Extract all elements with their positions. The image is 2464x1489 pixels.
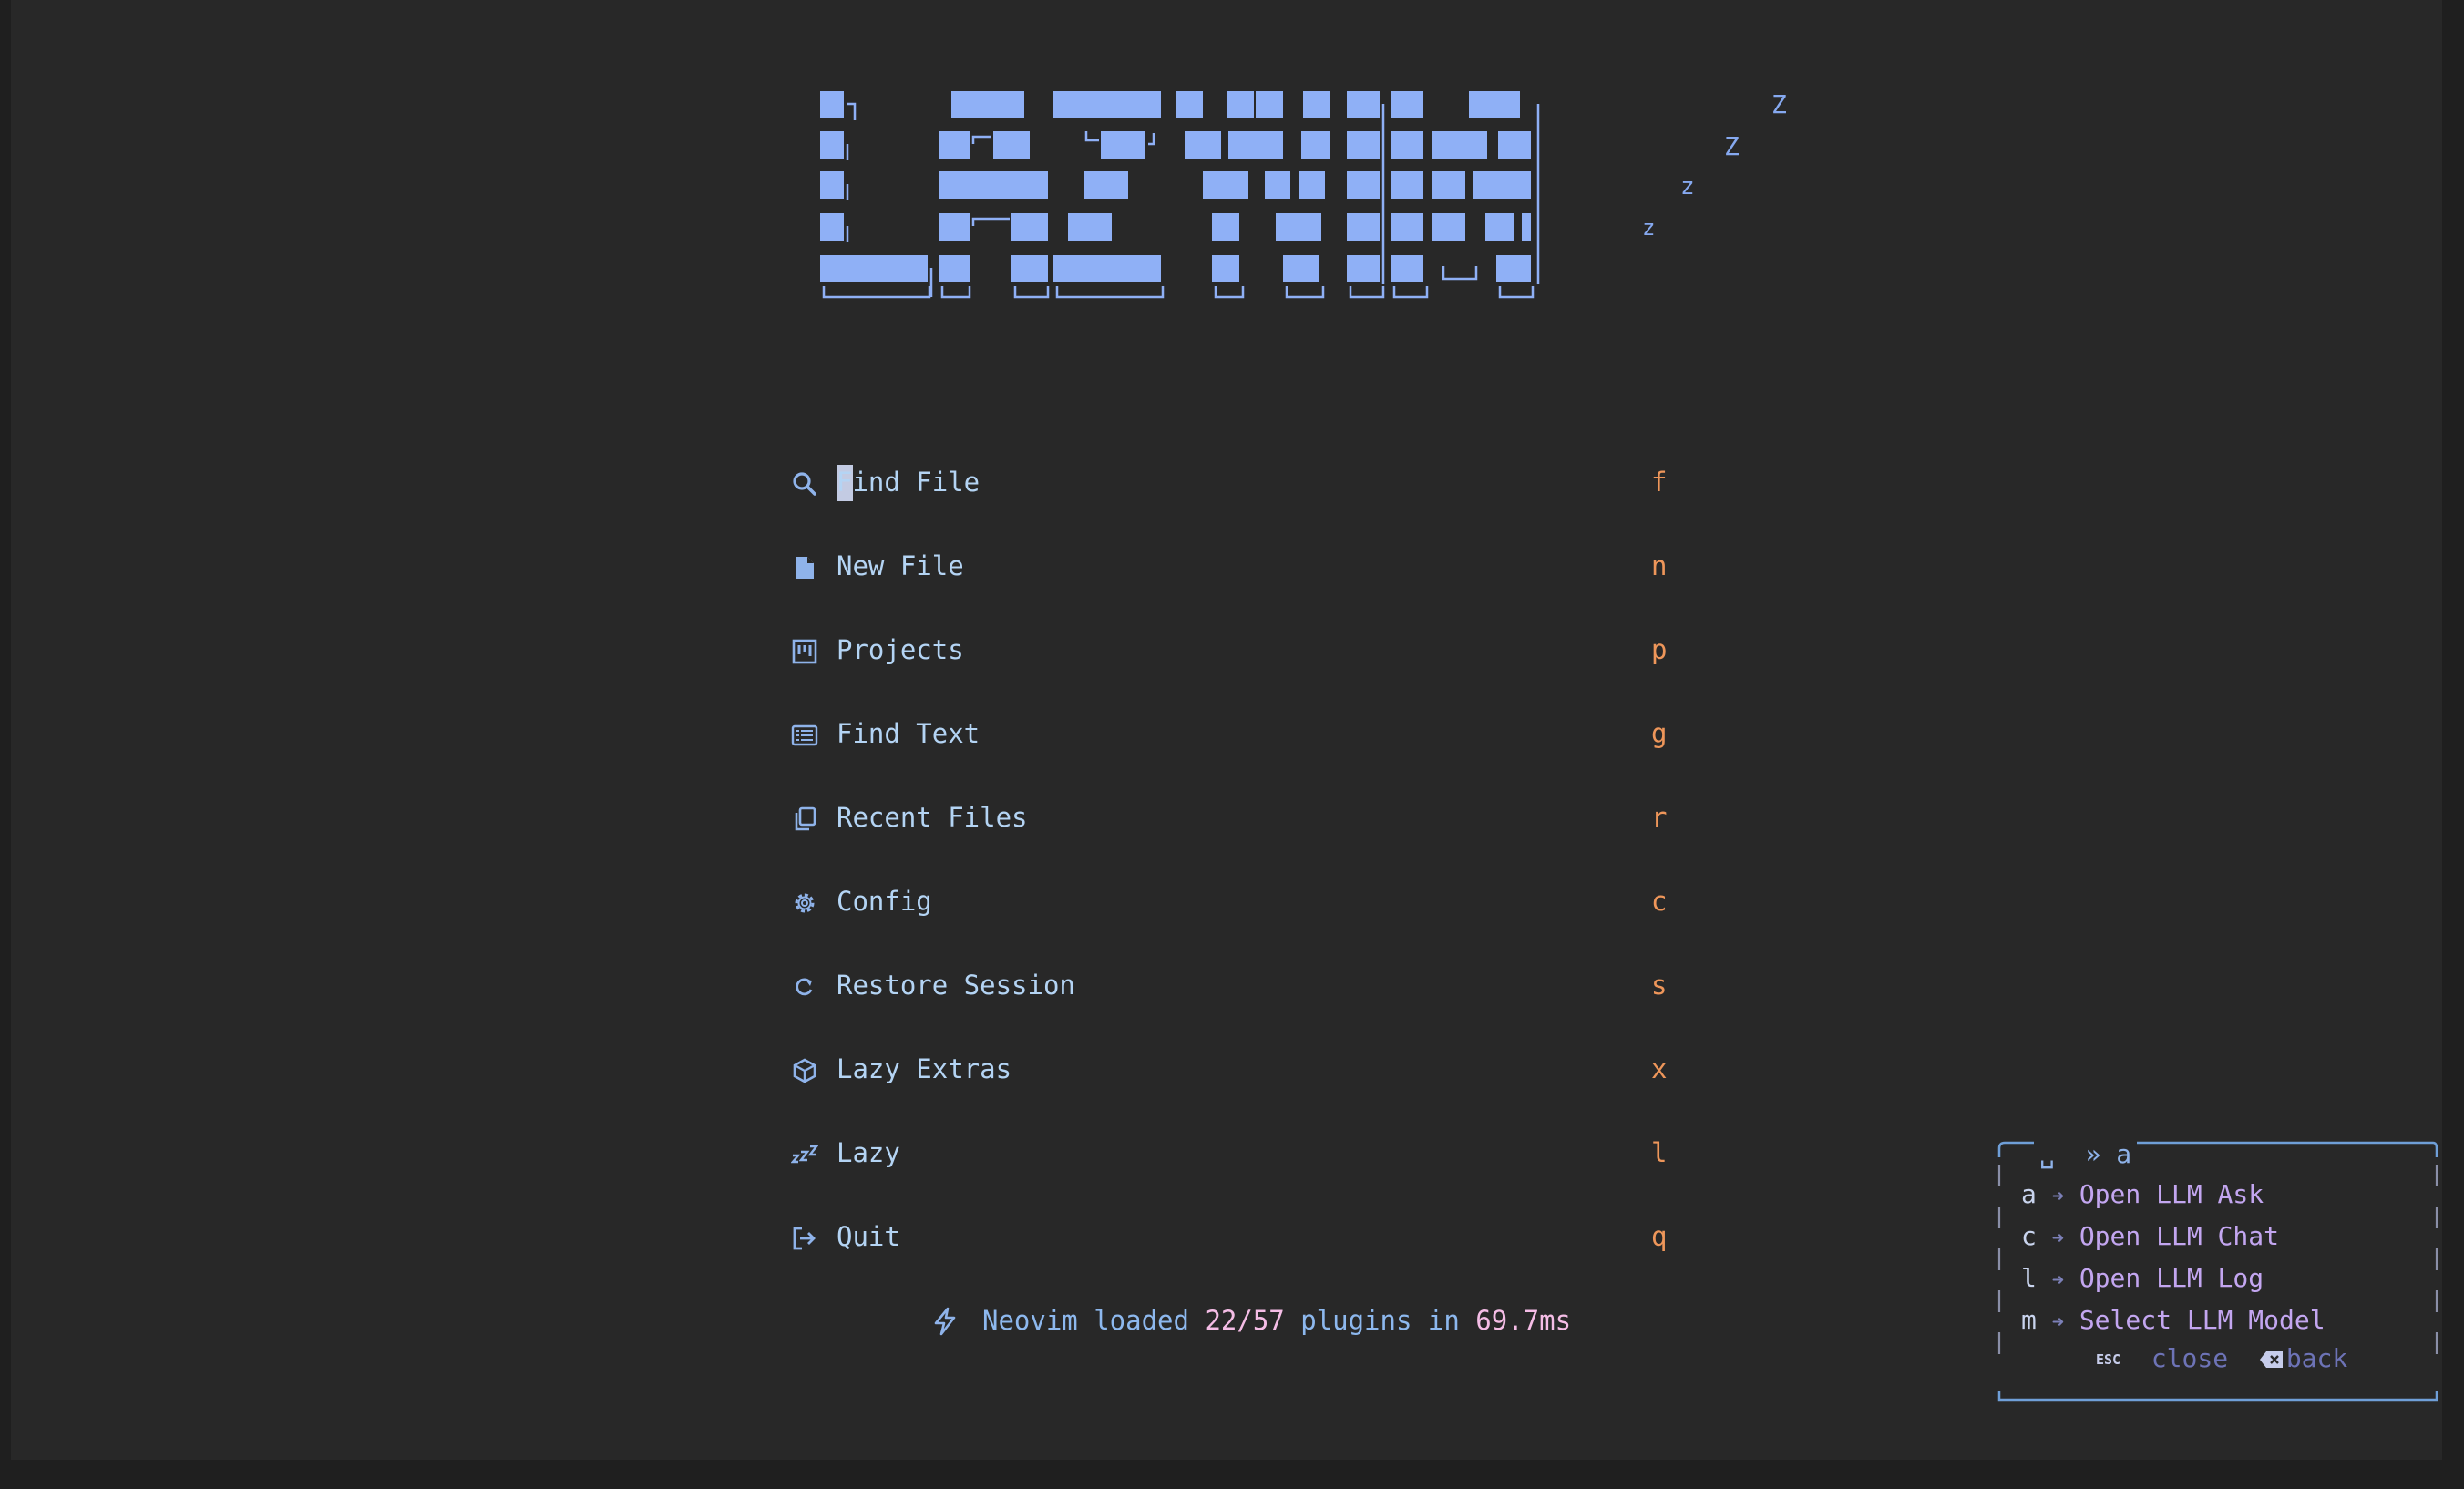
menu-key-lazy: l [1651,1137,1668,1168]
which-key-item-model[interactable]: m ➜ Select LLM Model [2021,1305,2325,1343]
menu-item-find-file[interactable]: Find File f [780,456,1673,510]
recent-files-icon [791,806,818,833]
restore-icon [791,973,818,1001]
menu-key-recent-files: r [1651,802,1668,833]
menu-key-projects: p [1651,634,1668,665]
cube-icon [791,1057,818,1084]
sleep-z-3: z [1680,173,1695,200]
menu-label-restore-session: Restore Session [837,970,1075,1001]
menu-key-find-file: f [1651,467,1668,498]
arrow-icon: ➜ [2051,1269,2064,1292]
esc-key-icon: ESC [2096,1351,2121,1368]
menu-label-find-text: Find Text [837,718,980,749]
which-key-key: l [2021,1263,2037,1293]
which-key-title: ␣ » a [2034,1139,2138,1169]
sleep-icon [791,1141,818,1168]
sleep-z-1: Z [1771,89,1787,119]
bolt-icon [934,1307,956,1336]
projects-icon [791,638,818,665]
which-key-desc: Select LLM Model [2079,1305,2325,1335]
menu-item-recent-files[interactable]: Recent Files r [780,791,1673,846]
menu-item-new-file[interactable]: New File n [780,539,1673,594]
menu-label-lazy-extras: Lazy Extras [837,1053,1012,1084]
file-icon [791,554,818,581]
menu-label-quit: Quit [837,1221,900,1252]
menu-item-projects[interactable]: Projects p [780,623,1673,678]
menu-item-quit[interactable]: Quit q [780,1210,1673,1265]
which-key-desc: Open LLM Log [2079,1263,2264,1293]
menu-key-restore-session: s [1651,970,1668,1001]
which-key-footer: ESC close back [2096,1343,2347,1373]
menu-key-find-text: g [1651,718,1668,749]
which-key-popup: ␣ » a a ➜ Open LLM Ask c ➜ Open LLM Chat… [1997,1139,2438,1405]
menu-item-lazy-extras[interactable]: Lazy Extras x [780,1042,1673,1097]
which-key-item-ask[interactable]: a ➜ Open LLM Ask [2021,1179,2264,1217]
menu-item-lazy[interactable]: Lazy l [780,1126,1673,1181]
menu-label-find-file: Find File [837,467,980,498]
which-key-desc: Open LLM Ask [2079,1179,2264,1209]
menu-label-new-file: New File [837,550,964,581]
menu-item-config[interactable]: Config c [780,875,1673,929]
back-hint[interactable]: back [2286,1343,2347,1373]
startup-middle: plugins in [1284,1305,1476,1336]
menu-key-new-file: n [1651,550,1668,581]
which-key-key: m [2021,1305,2037,1335]
backspace-icon [2259,1351,2283,1368]
which-key-desc: Open LLM Chat [2079,1221,2279,1251]
arrow-icon: ➜ [2051,1311,2064,1334]
close-hint[interactable]: close [2151,1343,2228,1373]
menu-key-quit: q [1651,1221,1668,1252]
menu-label-projects: Projects [837,634,964,665]
plugin-count: 22/57 [1205,1305,1285,1336]
gear-icon [791,889,818,917]
menu-item-find-text[interactable]: Find Text g [780,707,1673,762]
sleep-z-4: z [1642,215,1656,241]
menu-label-config: Config [837,886,932,917]
quit-icon [791,1225,818,1252]
menu-item-restore-session[interactable]: Restore Session s [780,959,1673,1013]
which-key-item-log[interactable]: l ➜ Open LLM Log [2021,1263,2264,1301]
menu-label-lazy: Lazy [837,1137,900,1168]
menu-key-config: c [1651,886,1668,917]
find-text-icon [791,722,818,749]
menu-label-recent-files: Recent Files [837,802,1028,833]
menu-key-lazy-extras: x [1651,1053,1668,1084]
arrow-icon: ➜ [2051,1186,2064,1208]
arrow-icon: ➜ [2051,1227,2064,1250]
lazyvim-logo [820,91,1540,299]
dashboard-screen: Z Z z z Find File f New File n Projects … [11,0,2442,1460]
which-key-key: c [2021,1221,2037,1251]
which-key-item-chat[interactable]: c ➜ Open LLM Chat [2021,1221,2279,1259]
startup-time: 69.7ms [1475,1305,1572,1336]
search-icon [791,470,818,498]
startup-stats: Neovim loaded 22/57 plugins in 69.7ms [931,1301,1571,1341]
startup-prefix: Neovim loaded [982,1305,1206,1336]
which-key-key: a [2021,1179,2037,1209]
sleep-z-2: Z [1724,131,1740,161]
